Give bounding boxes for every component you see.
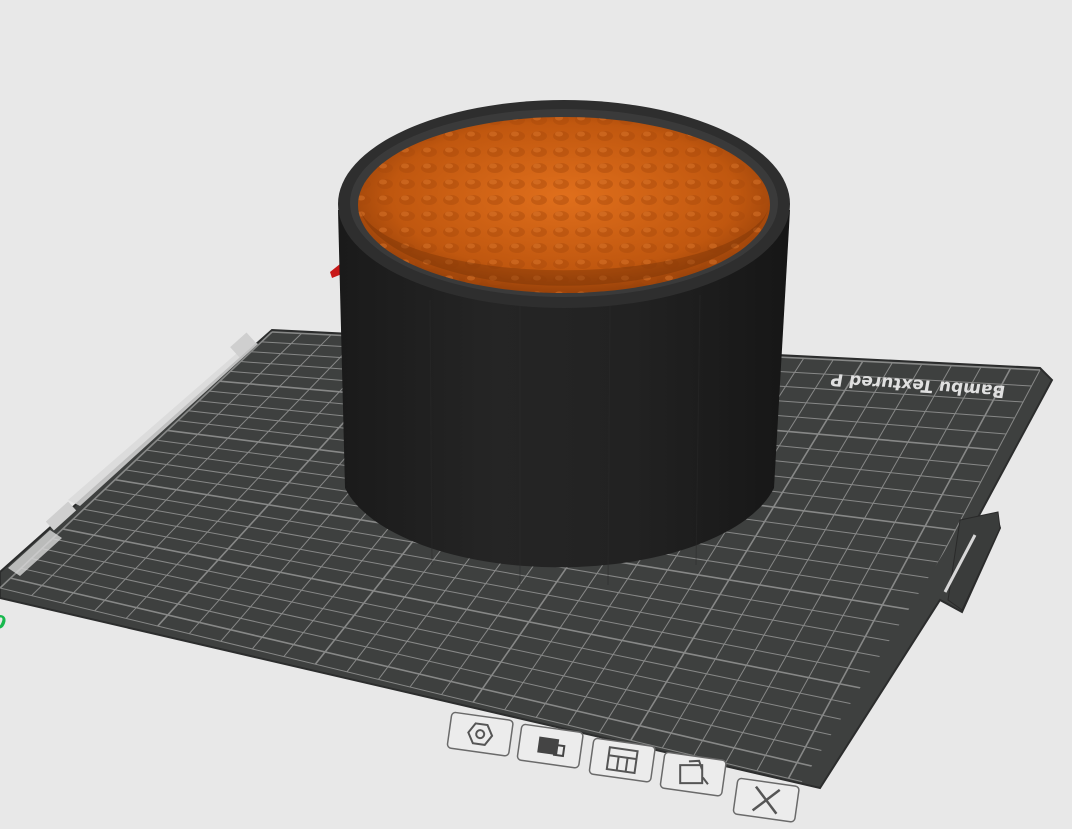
plate-settings-button[interactable] [659, 751, 727, 797]
arrange-button[interactable] [588, 737, 656, 783]
lock-button[interactable] [516, 723, 584, 769]
cup-model[interactable] [338, 100, 790, 586]
origin-label: 0 [0, 609, 10, 633]
orient-button[interactable] [446, 711, 514, 757]
3d-viewport[interactable]: Bambu Textured P 0 [0, 0, 1072, 829]
scene-canvas[interactable]: Bambu Textured P 0 [0, 0, 1072, 829]
delete-plate-button[interactable] [732, 777, 800, 823]
